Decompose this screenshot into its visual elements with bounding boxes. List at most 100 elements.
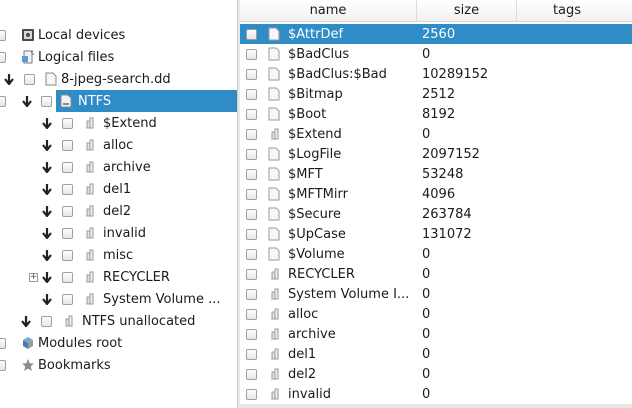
table-row[interactable]: del1 0	[240, 344, 632, 364]
column-header-name[interactable]: name	[240, 0, 417, 22]
row-checkbox[interactable]	[246, 328, 257, 340]
row-checkbox[interactable]	[246, 28, 257, 40]
row-checkbox[interactable]	[246, 268, 257, 280]
collapse-arrow-icon[interactable]	[41, 248, 53, 262]
cell-size: 0	[422, 266, 431, 282]
evidence-tree[interactable]: Local devices Logical files 8-jpeg-searc…	[0, 0, 237, 408]
expand-plus-icon[interactable]: +	[29, 272, 38, 282]
table-row[interactable]: invalid 0	[240, 384, 632, 404]
row-checkbox[interactable]	[246, 208, 257, 220]
tree-item-logical-files[interactable]: Logical files	[0, 46, 237, 68]
tree-item-local-devices[interactable]: Local devices	[0, 24, 237, 46]
tree-item-misc[interactable]: misc	[0, 244, 237, 266]
collapse-arrow-icon[interactable]	[41, 270, 53, 284]
table-row[interactable]: $Secure 263784	[240, 204, 632, 224]
table-row[interactable]: $AttrDef 2560	[240, 24, 632, 44]
tree-item-bookmarks[interactable]: Bookmarks	[0, 354, 237, 376]
tree-item-disk-image[interactable]: 8-jpeg-search.dd	[0, 68, 237, 90]
tree-item-ntfs[interactable]: NTFS	[0, 90, 237, 112]
row-checkbox[interactable]	[246, 388, 257, 400]
tree-checkbox[interactable]	[0, 51, 6, 63]
tree-checkbox[interactable]	[41, 95, 52, 107]
table-row[interactable]: $BadClus:$Bad 10289152	[240, 64, 632, 84]
collapse-arrow-icon[interactable]	[20, 314, 32, 328]
cell-name: $UpCase	[288, 226, 346, 242]
collapse-arrow-icon[interactable]	[41, 226, 53, 240]
tree-item-system-volume[interactable]: System Volume ...	[0, 288, 237, 310]
table-row[interactable]: $LogFile 2097152	[240, 144, 632, 164]
tree-item-recycler[interactable]: + RECYCLER	[0, 266, 237, 288]
tree-item-archive[interactable]: archive	[0, 156, 237, 178]
row-checkbox[interactable]	[246, 308, 257, 320]
local-devices-icon	[20, 27, 36, 43]
collapse-arrow-icon[interactable]	[21, 94, 33, 108]
tree-item-invalid[interactable]: invalid	[0, 222, 237, 244]
cell-name: invalid	[288, 386, 331, 402]
table-row[interactable]: $Extend 0	[240, 124, 632, 144]
tree-item-label: Bookmarks	[38, 357, 111, 373]
file-icon	[266, 46, 282, 62]
tree-checkbox[interactable]	[0, 95, 6, 107]
tree-item-del2[interactable]: del2	[0, 200, 237, 222]
table-row[interactable]: $UpCase 131072	[240, 224, 632, 244]
folder-icon	[81, 291, 97, 307]
horizontal-scrollbar[interactable]	[240, 404, 632, 408]
collapse-arrow-icon[interactable]	[41, 138, 53, 152]
row-checkbox[interactable]	[246, 288, 257, 300]
table-row[interactable]: $BadClus 0	[240, 44, 632, 64]
row-checkbox[interactable]	[246, 248, 257, 260]
tree-checkbox[interactable]	[0, 29, 6, 41]
column-header-size[interactable]: size	[417, 0, 517, 22]
tree-checkbox[interactable]	[62, 183, 73, 195]
tree-checkbox[interactable]	[62, 271, 73, 283]
tree-checkbox[interactable]	[24, 73, 35, 85]
tree-checkbox[interactable]	[62, 139, 73, 151]
table-row[interactable]: RECYCLER 0	[240, 264, 632, 284]
tree-checkbox[interactable]	[62, 205, 73, 217]
collapse-arrow-icon[interactable]	[41, 116, 53, 130]
row-checkbox[interactable]	[246, 168, 257, 180]
collapse-arrow-icon[interactable]	[41, 292, 53, 306]
collapse-arrow-icon[interactable]	[3, 72, 15, 86]
table-row[interactable]: $Boot 8192	[240, 104, 632, 124]
row-checkbox[interactable]	[246, 48, 257, 60]
table-row[interactable]: del2 0	[240, 364, 632, 384]
row-checkbox[interactable]	[246, 88, 257, 100]
tree-checkbox[interactable]	[62, 117, 73, 129]
cell-name: $MFT	[288, 166, 323, 182]
cell-size: 4096	[422, 186, 456, 202]
table-row[interactable]: System Volume I... 0	[240, 284, 632, 304]
tree-checkbox[interactable]	[62, 227, 73, 239]
collapse-arrow-icon[interactable]	[41, 160, 53, 174]
collapse-arrow-icon[interactable]	[41, 182, 53, 196]
tree-checkbox[interactable]	[0, 359, 6, 371]
tree-item-del1[interactable]: del1	[0, 178, 237, 200]
tree-item-modules-root[interactable]: Modules root	[0, 332, 237, 354]
tree-item-ntfs-unallocated[interactable]: NTFS unallocated	[0, 310, 237, 332]
row-checkbox[interactable]	[246, 148, 257, 160]
tree-checkbox[interactable]	[0, 337, 6, 349]
collapse-arrow-icon[interactable]	[41, 204, 53, 218]
tree-checkbox[interactable]	[62, 293, 73, 305]
tree-checkbox[interactable]	[62, 161, 73, 173]
table-row[interactable]: $Bitmap 2512	[240, 84, 632, 104]
column-header-tags[interactable]: tags	[517, 0, 617, 22]
folder-icon	[266, 266, 282, 282]
row-checkbox[interactable]	[246, 368, 257, 380]
row-checkbox[interactable]	[246, 128, 257, 140]
tree-item-extend[interactable]: $Extend	[0, 112, 237, 134]
tree-item-alloc[interactable]: alloc	[0, 134, 237, 156]
row-checkbox[interactable]	[246, 228, 257, 240]
row-checkbox[interactable]	[246, 68, 257, 80]
table-row[interactable]: archive 0	[240, 324, 632, 344]
row-checkbox[interactable]	[246, 348, 257, 360]
row-checkbox[interactable]	[246, 108, 257, 120]
table-row[interactable]: alloc 0	[240, 304, 632, 324]
tree-checkbox[interactable]	[62, 249, 73, 261]
row-checkbox[interactable]	[246, 188, 257, 200]
file-table[interactable]: name size tags $AttrDef 2560 $BadClus 0 $Bad…	[240, 0, 632, 408]
tree-checkbox[interactable]	[41, 315, 52, 327]
table-row[interactable]: $Volume 0	[240, 244, 632, 264]
table-row[interactable]: $MFT 53248	[240, 164, 632, 184]
table-row[interactable]: $MFTMirr 4096	[240, 184, 632, 204]
